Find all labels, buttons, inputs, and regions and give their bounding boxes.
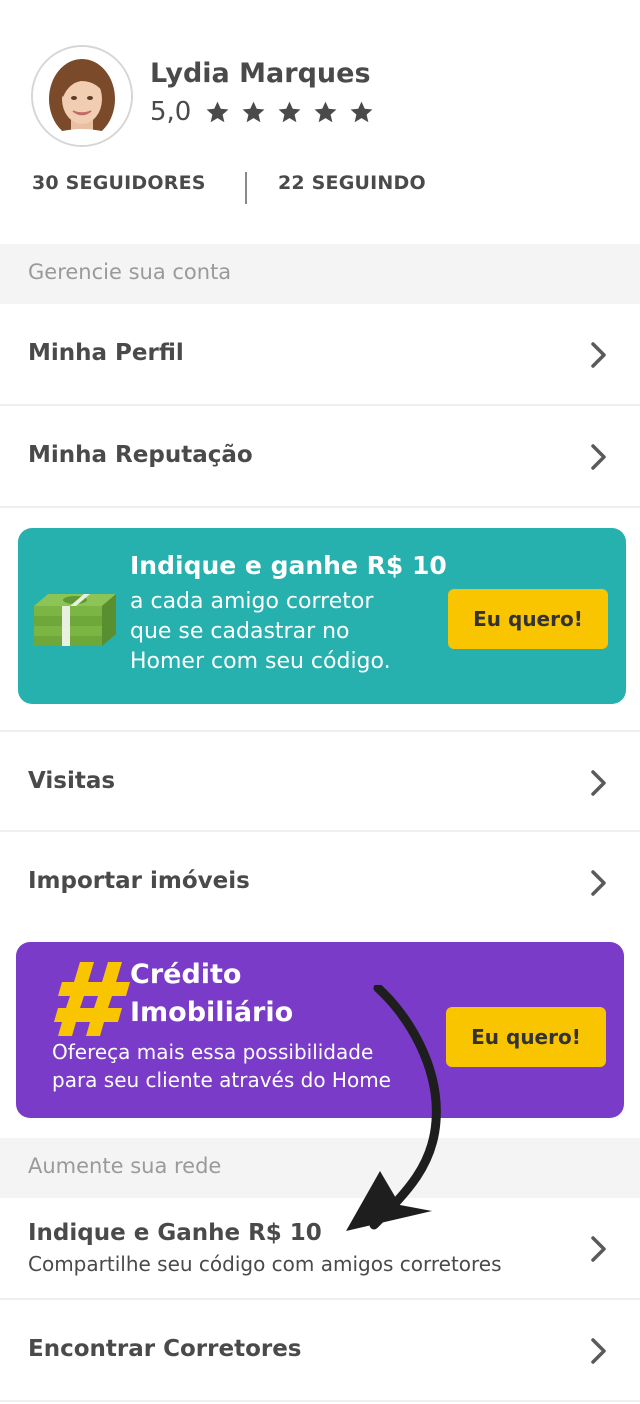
promo-credit-banner[interactable]: Crédito Imobiliário Ofereça mais essa po… <box>16 942 624 1118</box>
curved-arrow-icon <box>346 985 441 1231</box>
menu-item-label: Minha Perfil <box>28 340 184 366</box>
chevron-right-icon <box>591 444 606 470</box>
menu-item-label: Encontrar Corretores <box>28 1336 302 1362</box>
section-header-account: Gerencie sua conta <box>0 244 640 304</box>
chevron-right-icon <box>591 870 606 896</box>
menu-item-label: Visitas <box>28 768 116 794</box>
star-icon <box>350 101 373 122</box>
hashtag-icon <box>54 962 130 1036</box>
promo-refer-button[interactable]: Eu quero! <box>448 589 608 649</box>
star-icon <box>206 101 229 122</box>
promo-refer-banner[interactable]: Indique e ganhe R$ 10 a cada amigo corre… <box>18 528 626 704</box>
chevron-right-icon <box>591 1236 606 1262</box>
menu-item-refer[interactable]: Indique e Ganhe R$ 10 Compartilhe seu có… <box>0 1198 640 1300</box>
chevron-right-icon <box>591 1338 606 1364</box>
star-icon <box>314 101 337 122</box>
menu-item-profile[interactable]: Minha Perfil <box>0 304 640 406</box>
menu-item-import[interactable]: Importar imóveis <box>0 832 640 934</box>
promo-refer-title: Indique e ganhe R$ 10 <box>130 551 447 580</box>
profile-name: Lydia Marques <box>150 58 371 89</box>
star-icon <box>242 101 265 122</box>
promo-credit-button[interactable]: Eu quero! <box>446 1007 606 1067</box>
profile-header: Lydia Marques 5,0 30 SEGUIDORES 22 SEGUI… <box>0 0 640 244</box>
menu-item-sublabel: Compartilhe seu código com amigos corret… <box>28 1252 502 1276</box>
money-stack-icon <box>34 594 116 646</box>
rating: 5,0 <box>150 97 374 127</box>
menu-item-label: Importar imóveis <box>28 868 250 894</box>
chevron-right-icon <box>591 770 606 796</box>
section-header-network: Aumente sua rede <box>0 1138 640 1198</box>
promo-refer-text-3: Homer com seu código. <box>130 649 391 674</box>
menu-item-label: Minha Reputação <box>28 442 253 468</box>
follow-divider <box>245 172 247 204</box>
menu-item-find-brokers[interactable]: Encontrar Corretores <box>0 1300 640 1402</box>
followers-count[interactable]: 30 SEGUIDORES <box>32 172 206 194</box>
rating-value: 5,0 <box>150 97 192 127</box>
section-title: Aumente sua rede <box>28 1154 222 1178</box>
promo-credit-title-2: Imobiliário <box>130 997 294 1028</box>
menu-item-reputation[interactable]: Minha Reputação <box>0 406 640 508</box>
section-title: Gerencie sua conta <box>28 260 232 284</box>
following-count[interactable]: 22 SEGUINDO <box>278 172 426 194</box>
promo-refer-text-2: que se cadastrar no <box>130 619 350 644</box>
avatar[interactable] <box>31 45 133 147</box>
menu-item-visits[interactable]: Visitas <box>0 730 640 832</box>
menu-item-label: Indique e Ganhe R$ 10 <box>28 1220 322 1246</box>
promo-credit-title-1: Crédito <box>130 959 242 990</box>
chevron-right-icon <box>591 342 606 368</box>
rating-stars <box>205 100 374 125</box>
promo-credit-text-1: Ofereça mais essa possibilidade <box>52 1040 374 1064</box>
promo-refer-text-1: a cada amigo corretor <box>130 589 374 614</box>
star-icon <box>278 101 301 122</box>
